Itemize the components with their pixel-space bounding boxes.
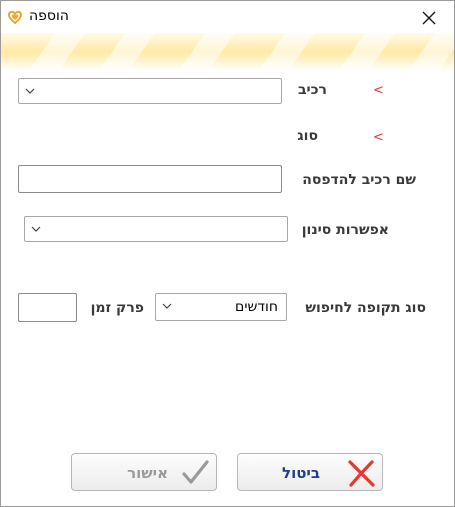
confirm-button[interactable]: אישור	[71, 453, 217, 491]
title-bar: הוספה	[1, 1, 454, 33]
cancel-button[interactable]: ביטול	[237, 453, 383, 491]
add-dialog: הוספה < רכיב < סוג שם רכיב להדפסה אפשרות…	[0, 0, 455, 507]
print-name-input[interactable]	[18, 165, 282, 193]
time-span-input[interactable]	[18, 293, 77, 322]
window-title: הוספה	[29, 8, 69, 24]
type-label: סוג	[297, 128, 318, 144]
close-icon	[422, 11, 436, 25]
type-required-mark: <	[373, 130, 384, 145]
chevron-down-icon	[25, 88, 35, 94]
cancel-label: ביטול	[282, 464, 320, 482]
vehicle-dropdown[interactable]	[18, 78, 282, 104]
chevron-down-icon	[31, 226, 41, 232]
period-type-label: סוג תקופה לחיפוש	[305, 300, 426, 316]
x-icon	[348, 460, 375, 487]
chevron-down-icon	[162, 303, 172, 309]
vehicle-label: רכיב	[297, 82, 327, 98]
filter-option-dropdown[interactable]	[24, 216, 288, 242]
vehicle-required-mark: <	[373, 83, 384, 98]
filter-option-label: אפשרות סינון	[301, 222, 389, 238]
period-type-value: חודשים	[235, 299, 278, 315]
confirm-label: אישור	[127, 464, 168, 482]
close-button[interactable]	[418, 7, 440, 29]
header-banner	[1, 33, 454, 71]
time-span-label: פרק זמן	[90, 300, 144, 316]
period-type-dropdown[interactable]: חודשים	[155, 293, 287, 321]
checkmark-icon	[182, 460, 209, 484]
heart-logo-icon	[7, 10, 23, 25]
print-name-label: שם רכיב להדפסה	[302, 172, 416, 188]
